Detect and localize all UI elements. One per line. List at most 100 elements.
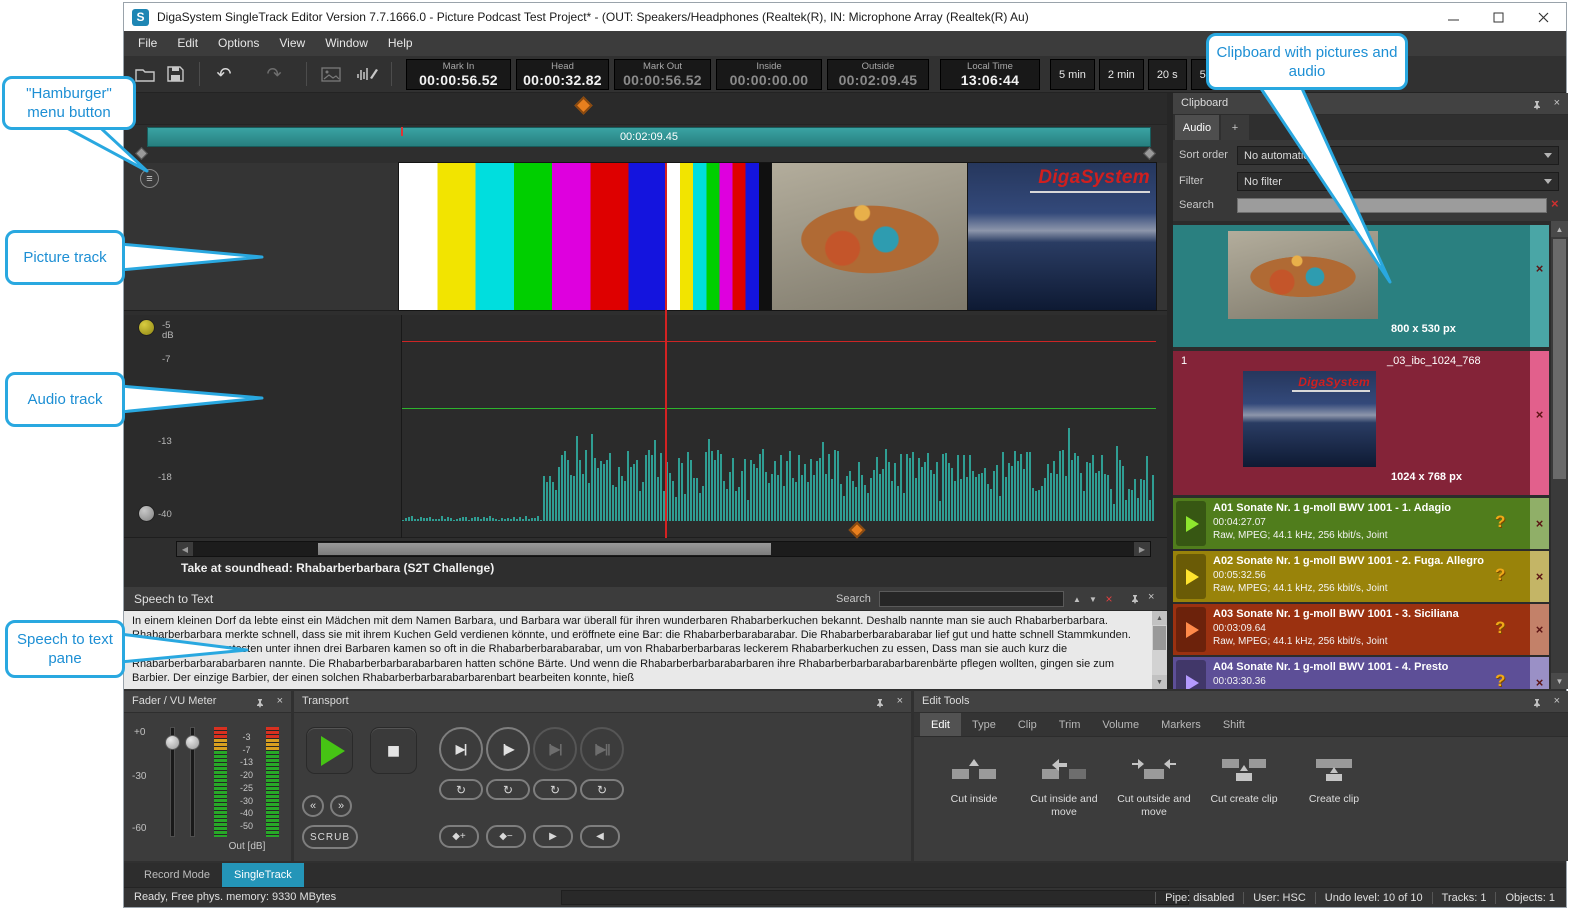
picture-track[interactable]: ≡ DigaSystem — [124, 163, 1167, 311]
speech-close-button[interactable]: × — [1148, 591, 1154, 603]
clipboard-scroll-thumb[interactable] — [1553, 239, 1566, 479]
speech-scroll-up[interactable]: ▲ — [1152, 611, 1167, 625]
timecode-local-time[interactable]: Local Time 13:06:44 — [940, 59, 1040, 90]
loop-button-1[interactable]: ↻ — [439, 779, 483, 800]
clipboard-item-audio-1[interactable]: A01 Sonate Nr. 1 g-moll BWV 1001 - 1. Ad… — [1173, 498, 1549, 549]
digasystem-beach-image[interactable]: DigaSystem — [968, 163, 1156, 310]
scroll-left-button[interactable]: ◀ — [177, 542, 193, 556]
tab-markers[interactable]: Markers — [1150, 713, 1212, 736]
redo-button[interactable]: ↷ — [260, 61, 288, 87]
add-marker-button[interactable]: ◆+ — [439, 825, 479, 848]
minimize-button[interactable] — [1431, 3, 1476, 31]
item-help-icon[interactable]: ? — [1495, 512, 1505, 532]
item-play-button[interactable] — [1176, 607, 1206, 652]
clipboard-search-input[interactable] — [1237, 198, 1547, 213]
clipboard-item-audio-4[interactable]: A04 Sonate Nr. 1 g-moll BWV 1001 - 4. Pr… — [1173, 657, 1549, 689]
sort-order-dropdown[interactable]: No automatic sort — [1237, 146, 1559, 165]
zoom-20s-button[interactable]: 20 s — [1148, 59, 1187, 90]
fader-handle-left[interactable] — [165, 735, 180, 750]
clipboard-tab-add[interactable]: + — [1221, 115, 1249, 140]
speech-scrollbar[interactable]: ▲ ▼ — [1152, 611, 1167, 689]
scrollbar-thumb[interactable] — [318, 543, 771, 555]
maximize-button[interactable] — [1476, 3, 1521, 31]
zoom-5min-button[interactable]: 5 min — [1050, 59, 1095, 90]
loop-button-4[interactable]: ↻ — [580, 779, 624, 800]
play-from-mark-button[interactable]: |▶ — [486, 727, 530, 771]
item-delete-strip[interactable]: × — [1530, 551, 1549, 602]
transport-close-button[interactable]: × — [897, 695, 903, 707]
search-clear-button[interactable]: × — [1102, 592, 1116, 606]
menu-window[interactable]: Window — [315, 31, 378, 56]
remove-marker-button[interactable]: ◆− — [486, 825, 526, 848]
cut-inside-button[interactable]: Cut inside — [932, 747, 1016, 847]
pan-knob[interactable] — [138, 505, 155, 522]
lizard-mosaic-image[interactable] — [772, 163, 969, 310]
search-next-button[interactable]: ▼ — [1086, 592, 1100, 606]
item-play-button[interactable] — [1176, 554, 1206, 599]
tab-singletrack[interactable]: SingleTrack — [222, 863, 304, 887]
close-button[interactable] — [1521, 3, 1566, 31]
item-play-button[interactable] — [1176, 660, 1206, 689]
tab-edit[interactable]: Edit — [920, 713, 961, 736]
tab-trim[interactable]: Trim — [1048, 713, 1092, 736]
filter-dropdown[interactable]: No filter — [1237, 172, 1559, 191]
tab-type[interactable]: Type — [961, 713, 1007, 736]
play-selection-loop-button[interactable]: |▶|| — [580, 727, 624, 771]
clipboard-search-clear-button[interactable]: × — [1551, 196, 1559, 211]
transport-pin-button[interactable] — [875, 696, 885, 714]
speech-transcript[interactable]: In einem kleinen Dorf da lebte einst ein… — [124, 611, 1167, 689]
waveform-region[interactable] — [401, 315, 1156, 538]
cut-create-clip-button[interactable]: Cut create clip — [1202, 747, 1286, 847]
item-help-icon[interactable]: ? — [1495, 618, 1505, 638]
create-clip-button[interactable]: Create clip — [1292, 747, 1376, 847]
menu-view[interactable]: View — [269, 31, 315, 56]
timeline-ruler[interactable] — [124, 93, 1167, 125]
speech-scroll-down[interactable]: ▼ — [1152, 675, 1167, 689]
menu-options[interactable]: Options — [208, 31, 269, 56]
menu-edit[interactable]: Edit — [167, 31, 208, 56]
item-play-button[interactable] — [1176, 501, 1206, 546]
waveform-edit-button[interactable] — [353, 61, 381, 87]
edit-tools-close-button[interactable]: × — [1554, 695, 1560, 707]
hamburger-menu-button[interactable]: ≡ — [140, 169, 159, 188]
play-selection-button[interactable]: |▶| — [533, 727, 577, 771]
clipboard-scroll-up[interactable]: ▲ — [1551, 221, 1568, 237]
audio-track[interactable]: -5 dB -7 -9 -13 -18 -40 — [124, 315, 1167, 538]
clipboard-scroll-down[interactable]: ▼ — [1551, 673, 1568, 689]
playhead-cursor[interactable] — [665, 163, 667, 538]
tab-shift[interactable]: Shift — [1212, 713, 1256, 736]
clipboard-item-audio-3[interactable]: A03 Sonate Nr. 1 g-moll BWV 1001 - 3. Si… — [1173, 604, 1549, 655]
tab-record-mode[interactable]: Record Mode — [132, 863, 222, 887]
fader-close-button[interactable]: × — [277, 695, 283, 707]
prev-marker-button[interactable]: ◀ — [580, 825, 620, 848]
scroll-right-button[interactable]: ▶ — [1134, 542, 1150, 556]
clipboard-item-picture-1[interactable]: 800 x 530 px × — [1173, 225, 1549, 347]
clipboard-scrollbar[interactable]: ▲ ▼ — [1551, 221, 1568, 689]
clipboard-close-button[interactable]: × — [1554, 97, 1560, 109]
fader-pin-button[interactable] — [255, 696, 265, 714]
zoom-2min-button[interactable]: 2 min — [1099, 59, 1144, 90]
fader-handle-right[interactable] — [185, 735, 200, 750]
edit-tools-pin-button[interactable] — [1532, 696, 1542, 714]
clipboard-pin-button[interactable] — [1532, 98, 1542, 116]
tab-clip[interactable]: Clip — [1007, 713, 1048, 736]
cut-outside-move-button[interactable]: Cut outside and move — [1112, 747, 1196, 847]
menu-help[interactable]: Help — [378, 31, 423, 56]
tab-volume[interactable]: Volume — [1091, 713, 1150, 736]
play-to-end-button[interactable]: ▶| — [439, 727, 483, 771]
clipboard-tab-audio[interactable]: Audio — [1175, 115, 1219, 140]
item-help-icon[interactable]: ? — [1495, 671, 1505, 689]
clipboard-item-picture-2[interactable]: 1 _03_ibc_1024_768 DigaSystem 1024 x 768… — [1173, 351, 1549, 495]
scrub-button[interactable]: SCRUB — [302, 825, 358, 849]
overview-start-marker[interactable] — [135, 147, 148, 160]
item-help-icon[interactable]: ? — [1495, 565, 1505, 585]
clipboard-item-audio-2[interactable]: A02 Sonate Nr. 1 g-moll BWV 1001 - 2. Fu… — [1173, 551, 1549, 602]
timecode-outside[interactable]: Outside 00:02:09.45 — [827, 59, 929, 90]
item-delete-strip[interactable]: × — [1530, 498, 1549, 549]
loop-button-3[interactable]: ↻ — [533, 779, 577, 800]
next-marker-button[interactable]: ▶ — [533, 825, 573, 848]
speech-scroll-thumb[interactable] — [1153, 626, 1166, 650]
timecode-head[interactable]: Head 00:00:32.82 — [516, 59, 609, 90]
stop-button[interactable]: ■ — [370, 727, 417, 774]
colorbar-image[interactable] — [399, 163, 667, 310]
